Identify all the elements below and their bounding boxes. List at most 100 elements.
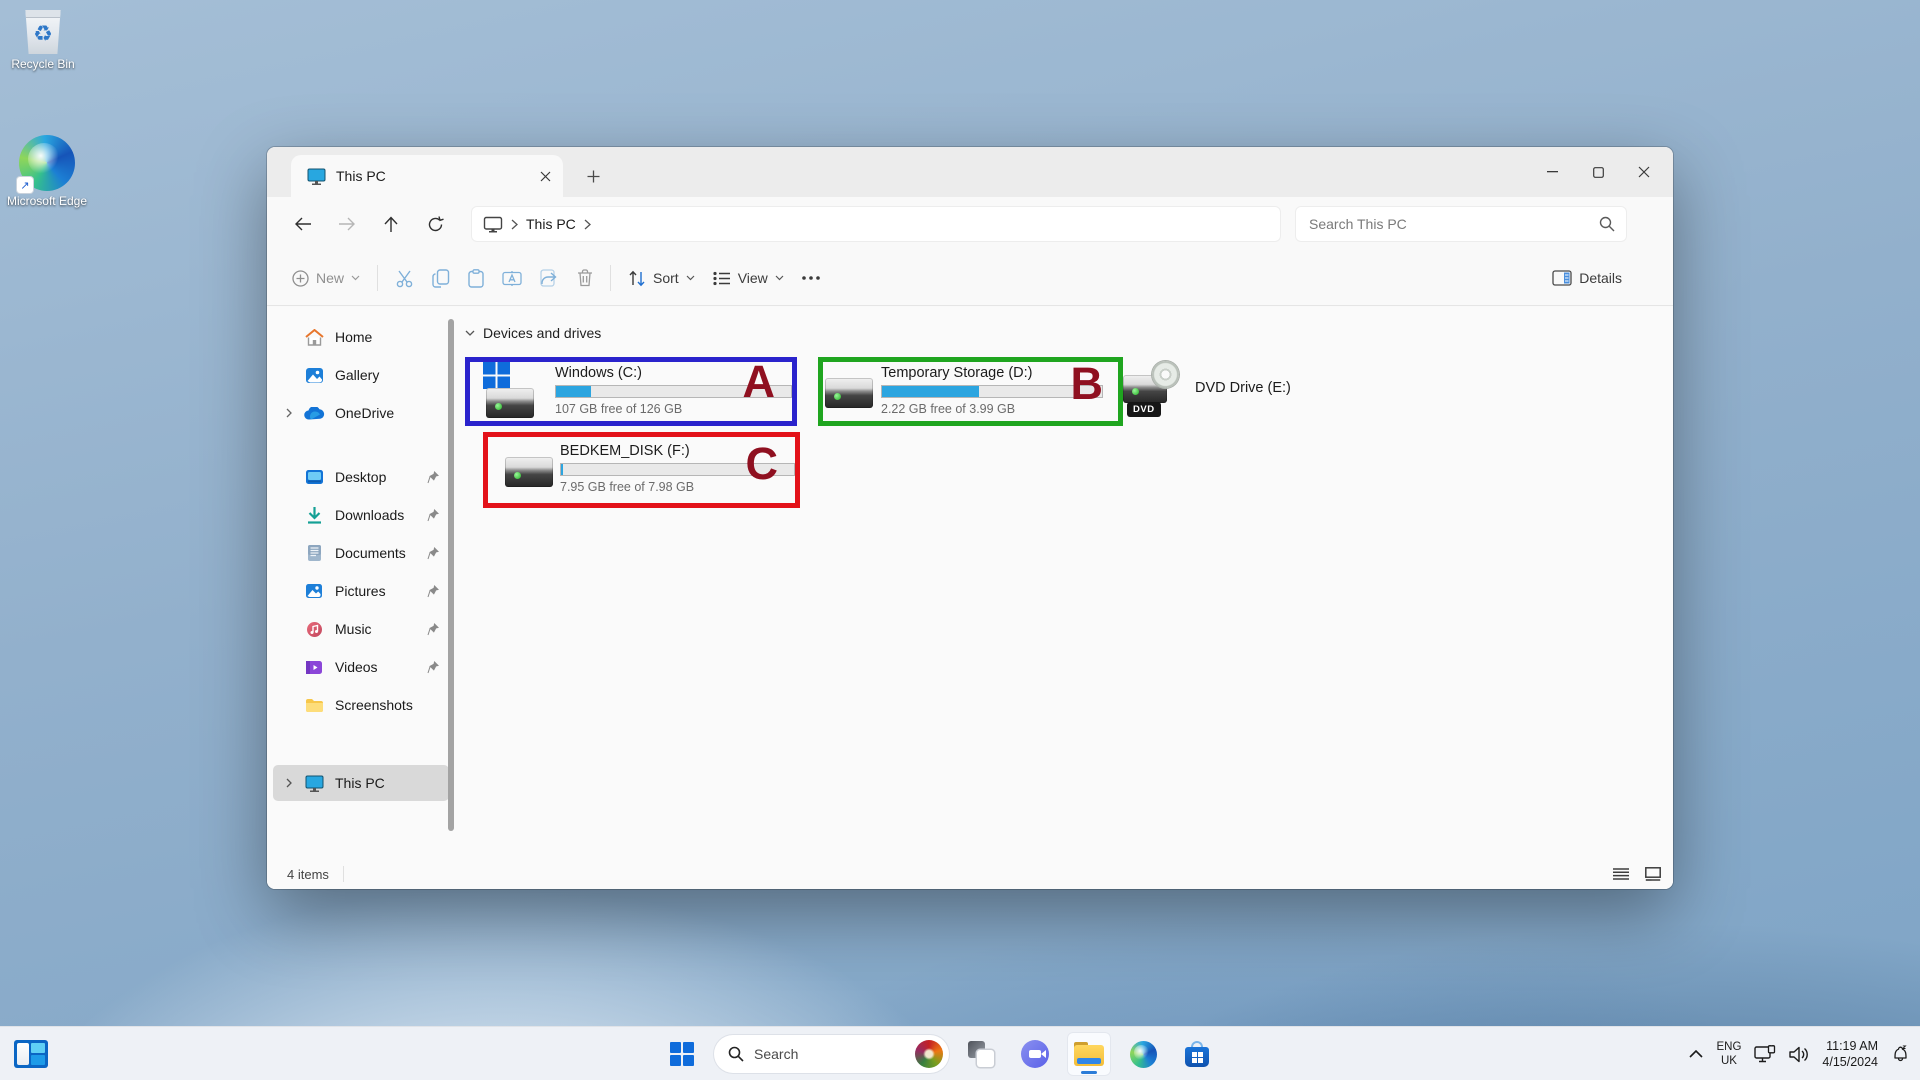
file-list-area: Devices and drives Windows (C bbox=[457, 307, 1673, 859]
store-button[interactable] bbox=[1175, 1032, 1219, 1076]
copy-button[interactable] bbox=[423, 259, 459, 297]
large-icons-view-toggle[interactable] bbox=[1645, 867, 1661, 881]
hidden-icons-chevron[interactable] bbox=[1689, 1050, 1703, 1058]
view-button[interactable]: View bbox=[704, 259, 793, 297]
cut-button[interactable] bbox=[386, 259, 423, 297]
command-toolbar: New Sort bbox=[267, 251, 1673, 306]
new-button[interactable]: New bbox=[283, 259, 369, 297]
items-count: 4 items bbox=[287, 867, 329, 882]
gallery-icon bbox=[301, 367, 327, 384]
taskbar: ENG UK 11:19 AM 4/15/2024 bbox=[0, 1026, 1920, 1080]
language-indicator[interactable]: ENG UK bbox=[1716, 1040, 1741, 1069]
widgets-icon bbox=[14, 1040, 48, 1068]
sidebar-item-home[interactable]: Home bbox=[273, 319, 449, 355]
task-view-button[interactable] bbox=[959, 1032, 1003, 1076]
documents-icon bbox=[301, 544, 327, 562]
sidebar-item-videos[interactable]: Videos bbox=[273, 649, 449, 685]
clock[interactable]: 11:19 AM 4/15/2024 bbox=[1822, 1038, 1878, 1071]
list-view-toggle[interactable] bbox=[1613, 868, 1629, 880]
file-explorer-button[interactable] bbox=[1067, 1032, 1111, 1076]
rename-button[interactable] bbox=[493, 259, 531, 297]
sidebar-item-documents[interactable]: Documents bbox=[273, 535, 449, 571]
taskbar-search-input[interactable] bbox=[754, 1046, 905, 1062]
search-icon[interactable] bbox=[1599, 216, 1615, 232]
desktop-icon bbox=[301, 469, 327, 485]
sidebar-scrollbar[interactable] bbox=[448, 319, 454, 831]
delete-button[interactable] bbox=[568, 259, 602, 297]
desktop-icon-microsoft-edge[interactable]: ↗ Microsoft Edge bbox=[4, 135, 90, 209]
start-button[interactable] bbox=[660, 1032, 704, 1076]
breadcrumb[interactable]: This PC bbox=[526, 216, 576, 232]
videos-icon bbox=[301, 660, 327, 675]
details-pane-button[interactable]: Details bbox=[1543, 259, 1631, 297]
network-icon[interactable] bbox=[1754, 1045, 1776, 1063]
this-pc-icon bbox=[307, 168, 326, 185]
back-button[interactable] bbox=[283, 206, 323, 242]
new-tab-button[interactable] bbox=[573, 155, 613, 197]
pin-icon bbox=[425, 471, 441, 484]
widgets-button[interactable] bbox=[12, 1038, 50, 1070]
windows-logo-icon bbox=[483, 362, 510, 389]
edge-button[interactable] bbox=[1121, 1032, 1165, 1076]
sidebar-item-downloads[interactable]: Downloads bbox=[273, 497, 449, 533]
breadcrumb-chevron-icon bbox=[511, 219, 518, 230]
pin-icon bbox=[425, 547, 441, 560]
share-button[interactable] bbox=[531, 259, 568, 297]
chat-icon bbox=[1021, 1040, 1049, 1068]
expand-chevron-icon[interactable] bbox=[277, 408, 301, 418]
music-icon bbox=[301, 621, 327, 638]
navigation-bar: This PC bbox=[267, 197, 1673, 251]
pin-icon bbox=[425, 661, 441, 674]
ellipsis-icon bbox=[802, 276, 820, 280]
maximize-button[interactable] bbox=[1575, 147, 1621, 197]
more-options-button[interactable] bbox=[793, 259, 829, 297]
search-box[interactable] bbox=[1295, 206, 1627, 242]
collapse-chevron-icon[interactable] bbox=[465, 330, 475, 336]
annotation-box-c: BEDKEM_DISK (F:) 7.95 GB free of 7.98 GB… bbox=[483, 432, 800, 508]
notification-bell-icon[interactable] bbox=[1891, 1045, 1910, 1064]
forward-button[interactable] bbox=[327, 206, 367, 242]
hard-drive-icon bbox=[825, 378, 873, 408]
sidebar-item-gallery[interactable]: Gallery bbox=[273, 357, 449, 393]
sidebar-item-desktop[interactable]: Desktop bbox=[273, 459, 449, 495]
close-button[interactable] bbox=[1621, 147, 1667, 197]
section-devices-and-drives[interactable]: Devices and drives bbox=[465, 325, 601, 341]
search-highlight-image[interactable] bbox=[915, 1040, 943, 1068]
up-button[interactable] bbox=[371, 206, 411, 242]
dvd-drive-icon: DVD bbox=[1123, 361, 1181, 415]
minimize-button[interactable] bbox=[1529, 147, 1575, 197]
volume-icon[interactable] bbox=[1789, 1046, 1809, 1063]
navigation-pane: Home Gallery OneDrive bbox=[267, 307, 457, 859]
chevron-down-icon bbox=[775, 275, 784, 281]
taskbar-search-box[interactable] bbox=[714, 1035, 949, 1073]
sidebar-item-this-pc[interactable]: This PC bbox=[273, 765, 449, 801]
sidebar-item-pictures[interactable]: Pictures bbox=[273, 573, 449, 609]
address-bar[interactable]: This PC bbox=[471, 206, 1281, 242]
annotation-box-b: Temporary Storage (D:) 2.22 GB free of 3… bbox=[818, 357, 1123, 426]
tab-this-pc[interactable]: This PC bbox=[291, 155, 563, 197]
sidebar-item-onedrive[interactable]: OneDrive bbox=[273, 395, 449, 431]
drive-dvd-e[interactable]: DVD DVD Drive (E:) bbox=[1123, 355, 1291, 421]
sidebar-item-screenshots[interactable]: Screenshots bbox=[273, 687, 449, 723]
desktop-wallpaper: ♻ Recycle Bin ↗ Microsoft Edge This PC bbox=[0, 0, 1920, 1080]
desktop-icon-label: Recycle Bin bbox=[11, 58, 74, 72]
search-input[interactable] bbox=[1309, 216, 1599, 232]
pin-icon bbox=[425, 623, 441, 636]
expand-chevron-icon[interactable] bbox=[277, 778, 301, 788]
sort-button[interactable]: Sort bbox=[619, 259, 704, 297]
refresh-button[interactable] bbox=[415, 206, 455, 242]
sort-label: Sort bbox=[653, 270, 679, 286]
tab-close-icon[interactable] bbox=[540, 171, 551, 182]
tab-strip: This PC bbox=[267, 147, 1673, 197]
plus-circle-icon bbox=[292, 270, 309, 287]
breadcrumb-chevron-icon[interactable] bbox=[584, 219, 591, 230]
pin-icon bbox=[425, 585, 441, 598]
paste-button[interactable] bbox=[459, 259, 493, 297]
home-icon bbox=[301, 329, 327, 346]
disc-icon bbox=[1152, 361, 1179, 388]
annotation-letter-b: B bbox=[1071, 361, 1105, 406]
desktop-icon-recycle-bin[interactable]: ♻ Recycle Bin bbox=[0, 10, 86, 72]
dvd-badge: DVD bbox=[1127, 402, 1161, 417]
sidebar-item-music[interactable]: Music bbox=[273, 611, 449, 647]
chat-button[interactable] bbox=[1013, 1032, 1057, 1076]
